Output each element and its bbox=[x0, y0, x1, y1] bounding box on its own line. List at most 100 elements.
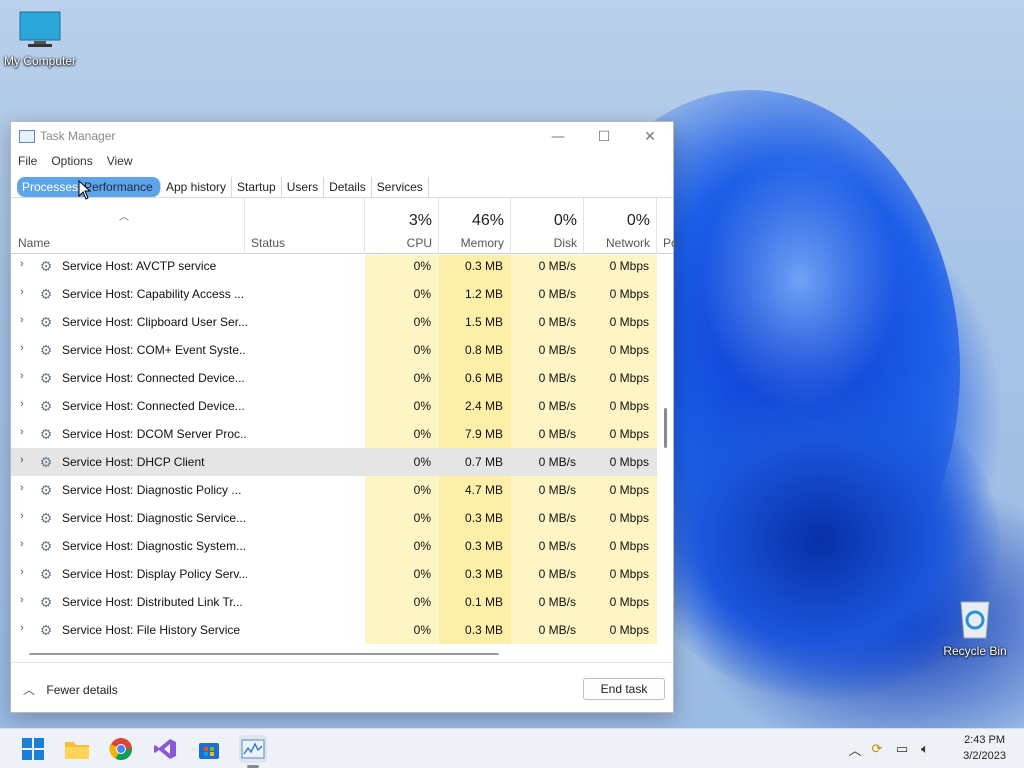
network-value: 0 Mbps bbox=[584, 448, 657, 476]
network-value: 0 Mbps bbox=[584, 588, 657, 616]
process-name: Service Host: Connected Device... bbox=[62, 399, 245, 413]
title-bar[interactable]: Task Manager — ☐ ✕ bbox=[11, 122, 673, 152]
windows-logo-icon bbox=[22, 738, 44, 760]
cpu-value: 0% bbox=[365, 255, 439, 280]
chevron-right-icon[interactable]: › bbox=[20, 286, 24, 298]
chevron-right-icon[interactable]: › bbox=[20, 566, 24, 578]
column-network-label: Network bbox=[605, 236, 650, 250]
chevron-right-icon[interactable]: › bbox=[20, 426, 24, 438]
chevron-right-icon[interactable]: › bbox=[20, 622, 24, 634]
table-row[interactable]: › ⚙ Service Host: Capability Access ... 0% 1… bbox=[11, 280, 657, 308]
column-cpu[interactable]: 3% CPU bbox=[365, 198, 439, 254]
visual-studio-icon bbox=[154, 739, 176, 759]
chevron-right-icon[interactable]: › bbox=[20, 538, 24, 550]
process-name: Service Host: Display Policy Serv... bbox=[62, 567, 247, 581]
network-icon[interactable]: ▭ bbox=[890, 742, 914, 757]
gear-icon: ⚙ bbox=[39, 594, 53, 610]
column-disk[interactable]: 0% Disk bbox=[511, 198, 584, 254]
chevron-right-icon[interactable]: › bbox=[20, 482, 24, 494]
task-manager-taskbar-button[interactable] bbox=[239, 735, 267, 763]
memory-value: 0.7 MB bbox=[439, 448, 511, 476]
chrome-button[interactable] bbox=[107, 735, 135, 763]
menu-options[interactable]: Options bbox=[44, 152, 99, 174]
file-explorer-button[interactable] bbox=[63, 735, 91, 763]
table-row[interactable]: › ⚙ Service Host: Distributed Link Tr... 0%… bbox=[11, 588, 657, 616]
desktop-icon-my-computer[interactable]: My Computer bbox=[0, 10, 80, 68]
network-value: 0 Mbps bbox=[584, 476, 657, 504]
network-value: 0 Mbps bbox=[584, 504, 657, 532]
process-name: Service Host: Diagnostic Policy ... bbox=[62, 483, 242, 497]
table-row[interactable]: › ⚙ Service Host: Connected Device... 0% 0.6… bbox=[11, 364, 657, 392]
tab-users[interactable]: Users bbox=[282, 177, 325, 197]
fewer-details-button[interactable]: ︿ Fewer details bbox=[23, 681, 118, 698]
memory-value: 0.3 MB bbox=[439, 616, 511, 644]
store-icon bbox=[199, 743, 219, 759]
horizontal-scrollbar[interactable] bbox=[29, 653, 499, 655]
column-status[interactable]: Status bbox=[245, 198, 365, 254]
clock-date: 3/2/2023 bbox=[963, 750, 1006, 762]
volume-icon[interactable]: 🔈︎ bbox=[914, 742, 936, 757]
table-row[interactable]: › ⚙ Service Host: Diagnostic Service... 0% 0… bbox=[11, 504, 657, 532]
network-total: 0% bbox=[626, 212, 650, 229]
tab-app-history[interactable]: App history bbox=[161, 177, 233, 197]
table-row[interactable]: › ⚙ Service Host: Clipboard User Ser... 0% 1… bbox=[11, 308, 657, 336]
network-value: 0 Mbps bbox=[584, 364, 657, 392]
chevron-right-icon[interactable]: › bbox=[20, 258, 24, 270]
desktop-icon-recycle-bin[interactable]: Recycle Bin bbox=[935, 596, 1015, 658]
vertical-scrollbar[interactable] bbox=[664, 408, 667, 448]
menu-file[interactable]: File bbox=[11, 152, 44, 174]
chevron-right-icon[interactable]: › bbox=[20, 314, 24, 326]
disk-total: 0% bbox=[553, 212, 577, 229]
disk-value: 0 MB/s bbox=[511, 392, 584, 420]
gear-icon: ⚙ bbox=[39, 454, 53, 470]
tab-performance-label[interactable]: Performance bbox=[84, 179, 153, 195]
close-button[interactable]: ✕ bbox=[627, 122, 673, 152]
visual-studio-button[interactable] bbox=[151, 735, 179, 763]
gear-icon: ⚙ bbox=[39, 622, 53, 638]
clock[interactable]: 2:43 PM 3/2/2023 bbox=[963, 732, 1006, 764]
table-row[interactable]: › ⚙ Service Host: Display Policy Serv... 0%… bbox=[11, 560, 657, 588]
column-power[interactable]: Po bbox=[657, 198, 678, 254]
tab-services[interactable]: Services bbox=[372, 177, 429, 197]
system-tray: ︿ ⟳ ▭ 🔈︎ bbox=[846, 729, 936, 768]
chevron-right-icon[interactable]: › bbox=[20, 594, 24, 606]
column-network[interactable]: 0% Network bbox=[584, 198, 657, 254]
gear-icon: ⚙ bbox=[39, 398, 53, 414]
menu-view[interactable]: View bbox=[100, 152, 140, 174]
chevron-up-icon[interactable]: ︿ bbox=[846, 740, 864, 759]
chevron-right-icon[interactable]: › bbox=[20, 398, 24, 410]
mouse-cursor-icon bbox=[78, 180, 92, 200]
tab-details[interactable]: Details bbox=[324, 177, 372, 197]
tab-startup[interactable]: Startup bbox=[232, 177, 282, 197]
column-memory[interactable]: 46% Memory bbox=[439, 198, 511, 254]
table-row[interactable]: › ⚙ Service Host: AVCTP service 0% 0.3 MB 0 M… bbox=[11, 255, 657, 280]
minimize-button[interactable]: — bbox=[535, 122, 581, 152]
memory-value: 0.3 MB bbox=[439, 560, 511, 588]
chevron-right-icon[interactable]: › bbox=[20, 342, 24, 354]
cpu-value: 0% bbox=[365, 420, 439, 448]
table-row[interactable]: › ⚙ Service Host: DHCP Client 0% 0.7 MB 0 MB/… bbox=[11, 448, 657, 476]
table-row[interactable]: › ⚙ Service Host: DCOM Server Proc... 0% 7.9… bbox=[11, 420, 657, 448]
update-icon[interactable]: ⟳ bbox=[864, 742, 890, 757]
maximize-button[interactable]: ☐ bbox=[581, 122, 627, 152]
column-name[interactable]: Name bbox=[11, 198, 245, 254]
chevron-right-icon[interactable]: › bbox=[20, 370, 24, 382]
table-row[interactable]: › ⚙ Service Host: File History Service 0% 0.… bbox=[11, 616, 657, 644]
chevron-right-icon[interactable]: › bbox=[20, 510, 24, 522]
menu-bar: File Options View bbox=[11, 152, 140, 174]
table-row[interactable]: › ⚙ Service Host: Diagnostic Policy ... 0% 4… bbox=[11, 476, 657, 504]
column-status-label: Status bbox=[251, 236, 286, 250]
disk-value: 0 MB/s bbox=[511, 308, 584, 336]
start-button[interactable] bbox=[19, 735, 47, 763]
cpu-total: 3% bbox=[408, 212, 432, 229]
store-button[interactable] bbox=[195, 735, 223, 763]
network-value: 0 Mbps bbox=[584, 255, 657, 280]
table-row[interactable]: › ⚙ Service Host: COM+ Event Syste... 0% 0.8… bbox=[11, 336, 657, 364]
chevron-right-icon[interactable]: › bbox=[20, 454, 24, 466]
process-name: Service Host: Distributed Link Tr... bbox=[62, 595, 243, 609]
table-row[interactable]: › ⚙ Service Host: Connected Device... 0% 2.4… bbox=[11, 392, 657, 420]
table-row[interactable]: › ⚙ Service Host: Diagnostic System... 0% 0.… bbox=[11, 532, 657, 560]
end-task-button[interactable]: End task bbox=[583, 678, 665, 700]
task-manager-icon bbox=[19, 130, 35, 143]
network-value: 0 Mbps bbox=[584, 280, 657, 308]
